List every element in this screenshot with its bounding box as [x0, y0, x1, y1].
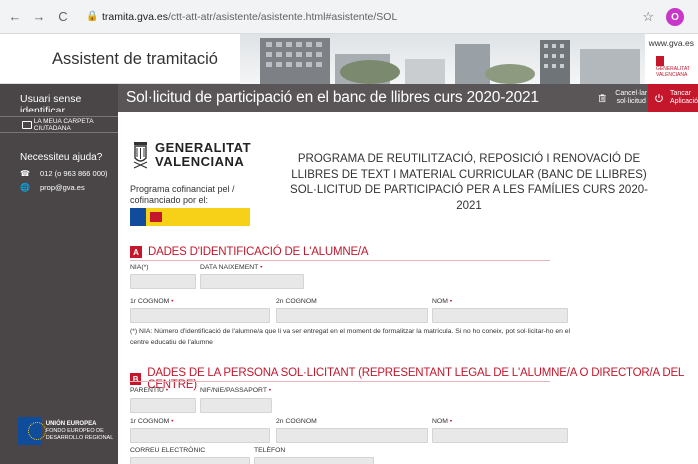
trash-icon [598, 94, 606, 103]
page-title: Sol·licitud de participació en el banc d… [126, 89, 539, 106]
phone-icon: ☎ [20, 169, 30, 178]
gva-mini-logo: GENERALITAT VALENCIANA [656, 56, 696, 78]
section-a-divider [130, 260, 550, 261]
cofinancing-text: Programa cofinanciat pel / cofinanciado … [130, 184, 235, 205]
name-input[interactable] [432, 308, 568, 323]
program-title: PROGRAMA DE REUTILITZACIÓ, REPOSICIÓ I R… [290, 153, 648, 212]
b-name-label: NOM • [432, 418, 453, 425]
user-status: Usuari sense identificar [0, 84, 118, 117]
birth-date-input[interactable] [200, 274, 304, 289]
nia-note: (*) NIA: Número d'identificació de l'alu… [130, 328, 571, 346]
gva-link[interactable]: www.gva.es [649, 38, 694, 48]
relation-select[interactable] [130, 398, 196, 413]
bookmark-star-icon[interactable]: ☆ [642, 9, 654, 25]
phone-number: 012 (o 963 866 000) [40, 169, 108, 178]
help-email[interactable]: 🌐 prop@gva.es [20, 183, 85, 192]
site-header: Assistent de tramitació www.gva.es GENER… [0, 34, 698, 84]
eu-subtitle: FONDO EUROPEO DE DESARROLLO REGIONAL [45, 427, 114, 441]
section-a-header: A DADES D'IDENTIFICACIÓ DE L'ALUMNE/A [130, 246, 369, 258]
header-banner-image [240, 34, 645, 84]
eu-title: UNIÓN EUROPEA [45, 420, 97, 427]
email-label: CORREU ELECTRÒNIC [130, 447, 206, 454]
section-b-badge: B [130, 373, 142, 385]
sidebar: LA MEUA CARPETA CIUTADANA Necessiteu aju… [0, 112, 118, 464]
power-icon [655, 94, 663, 103]
close-app-label: Tancar Aplicació [669, 90, 698, 105]
section-a-title: DADES D'IDENTIFICACIÓ DE L'ALUMNE/A [148, 246, 369, 258]
site-title: Assistent de tramitació [52, 50, 218, 68]
lock-icon[interactable]: 🔒 [86, 11, 98, 22]
gva-line2: VALENCIANA [155, 154, 245, 169]
eu-flag-small-icon [130, 208, 146, 226]
help-title: Necessiteu ajuda? [20, 152, 103, 163]
browser-toolbar: ← → C 🔒 tramita.gva.es/ctt-att-atr/asist… [0, 0, 698, 34]
forward-icon[interactable]: → [30, 8, 48, 26]
b-surname2-input[interactable] [276, 428, 428, 443]
form-area: GENERALITAT VALENCIANA Programa cofinanci… [118, 112, 698, 464]
surname2-input[interactable] [276, 308, 428, 323]
gva-corner: www.gva.es GENERALITAT VALENCIANA [645, 34, 698, 84]
b-name-input[interactable] [432, 428, 568, 443]
surname2-label: 2n COGNOM [276, 298, 317, 305]
section-a-badge: A [130, 246, 142, 258]
nif-input[interactable] [200, 398, 272, 413]
email-address[interactable]: prop@gva.es [40, 183, 85, 192]
buildings-illustration [260, 38, 640, 84]
url-path: /ctt-att-atr/asistente/asistente.html#as… [167, 10, 398, 23]
gva-line1: GENERALITAT [155, 140, 252, 155]
gva-emblem-icon [656, 56, 664, 66]
surname1-label: 1r COGNOM • [130, 298, 174, 305]
eu-funding-logo: UNIÓN EUROPEA FONDO EUROPEO DE DESARROLLO… [18, 417, 118, 445]
relation-label: PARENTIU • [130, 387, 169, 394]
globe-icon: 🌐 [20, 183, 30, 192]
folder-icon [22, 120, 32, 129]
birth-date-label: DATA NAIXEMENT • [200, 264, 263, 271]
name-label: NOM • [432, 298, 453, 305]
cancel-request-button[interactable]: Cancel·lar sol·licitud [594, 84, 648, 112]
nia-input[interactable] [130, 274, 196, 289]
eu-flag-icon [18, 417, 46, 445]
cancel-request-label: Cancel·lar sol·licitud [615, 90, 648, 105]
nif-label: NIF/NIE/PASSAPORT • [200, 387, 272, 394]
help-phone: ☎ 012 (o 963 866 000) [20, 169, 108, 178]
reload-icon[interactable]: C [54, 8, 72, 26]
carpeta-label: LA MEUA CARPETA CIUTADANA [33, 117, 94, 132]
address-bar[interactable]: tramita.gva.es/ctt-att-atr/asistente/asi… [102, 11, 397, 23]
surname1-input[interactable] [130, 308, 270, 323]
carpeta-ciutadana-link[interactable]: LA MEUA CARPETA CIUTADANA [0, 116, 118, 133]
b-surname2-label: 2n COGNOM [276, 418, 317, 425]
back-icon[interactable]: ← [6, 8, 24, 26]
close-app-button[interactable]: Tancar Aplicació [648, 84, 698, 112]
b-surname1-label: 1r COGNOM • [130, 418, 174, 425]
phone-input[interactable] [254, 457, 374, 464]
cofinancing-logos [130, 208, 250, 226]
gva-logo: GENERALITAT VALENCIANA [132, 140, 251, 170]
phone-label: TELÈFON [254, 447, 286, 454]
gva-emblem-icon [133, 142, 148, 169]
b-surname1-input[interactable] [130, 428, 270, 443]
url-host: tramita.gva.es [102, 10, 168, 23]
section-b-divider [130, 381, 550, 382]
nia-label: NIA(*) [130, 264, 149, 271]
email-input[interactable] [130, 457, 250, 464]
spain-crest-icon [150, 212, 162, 222]
profile-avatar[interactable]: O [666, 8, 684, 26]
title-bar: Usuari sense identificar Sol·licitud de … [0, 84, 698, 117]
